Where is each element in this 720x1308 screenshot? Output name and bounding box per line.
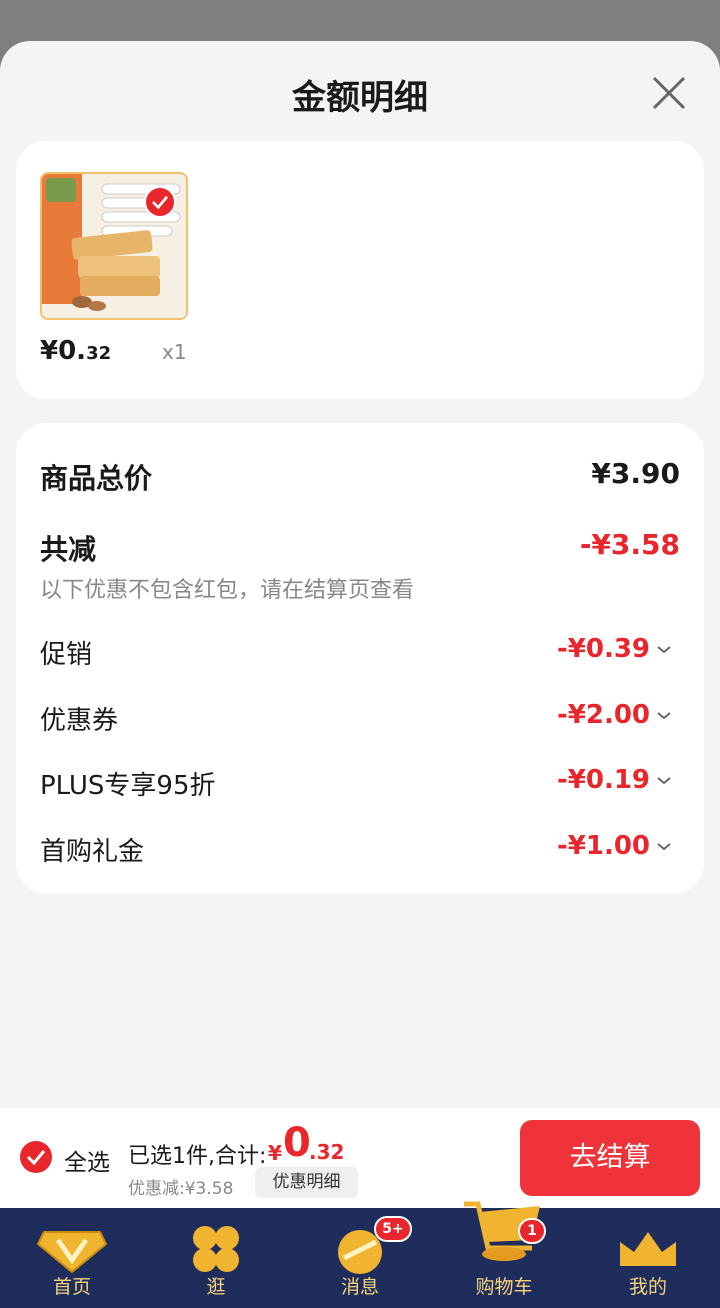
item-price: ¥0.32 [40, 336, 112, 366]
cart-icon [464, 1201, 540, 1261]
select-all-checkbox[interactable] [20, 1141, 52, 1173]
tab-cart[interactable]: 1 购物车 [432, 1201, 576, 1308]
tab-browse[interactable]: 逛 [144, 1208, 288, 1308]
total-price-value: ¥3.90 [591, 457, 680, 490]
tab-label-mine: 我的 [628, 1276, 667, 1298]
total-price-label: 商品总价 [40, 462, 153, 495]
discount-summary: 优惠减:¥3.58 [128, 1179, 234, 1199]
tab-label-cart: 购物车 [475, 1276, 533, 1298]
tab-label-browse: 逛 [206, 1276, 226, 1298]
tab-label-home: 首页 [52, 1276, 91, 1298]
chevron-down-icon[interactable] [656, 645, 672, 655]
sheet-title: 金额明细 [292, 78, 428, 118]
first-purchase-gift-value[interactable]: -¥1.00 [557, 831, 650, 861]
plus-discount-label: PLUS专享95折 [40, 771, 216, 801]
tab-mine[interactable]: 我的 [576, 1208, 720, 1308]
selected-count: 已选1件,合计: [128, 1144, 267, 1169]
checkout-button[interactable]: 去结算 [520, 1120, 700, 1196]
sum-decimal: .32 [309, 1140, 345, 1164]
total-reduce-label: 共减 [40, 533, 97, 566]
chevron-down-icon[interactable] [656, 711, 672, 721]
chevron-down-icon[interactable] [656, 776, 672, 786]
coupon-label: 优惠券 [40, 706, 119, 736]
first-purchase-gift-label: 首购礼金 [40, 837, 145, 867]
coupon-value[interactable]: -¥2.00 [557, 700, 650, 730]
cart-badge: 1 [518, 1218, 546, 1244]
promo-label: 促销 [40, 640, 93, 670]
selected-check-icon [144, 186, 176, 218]
close-icon[interactable] [648, 72, 690, 114]
promo-value[interactable]: -¥0.39 [557, 634, 650, 664]
message-badge: 5+ [374, 1216, 412, 1242]
total-reduce-value: -¥3.58 [579, 528, 680, 561]
item-quantity: x1 [162, 340, 187, 364]
sum-integer: 0 [283, 1120, 311, 1166]
sum-currency: ¥ [268, 1141, 282, 1165]
crown-icon [620, 1232, 676, 1266]
browse-icon [193, 1226, 239, 1272]
tab-home[interactable]: 首页 [0, 1208, 144, 1308]
discount-detail-button[interactable]: 优惠明细 [255, 1167, 358, 1198]
tab-label-messages: 消息 [340, 1276, 379, 1298]
home-v-icon [36, 1231, 108, 1274]
tab-messages[interactable]: 5+ 消息 [288, 1208, 432, 1308]
chevron-down-icon[interactable] [656, 842, 672, 852]
select-all-label[interactable]: 全选 [64, 1143, 110, 1177]
plus-discount-value[interactable]: -¥0.19 [557, 765, 650, 795]
discount-note: 以下优惠不包含红包，请在结算页查看 [40, 578, 415, 603]
